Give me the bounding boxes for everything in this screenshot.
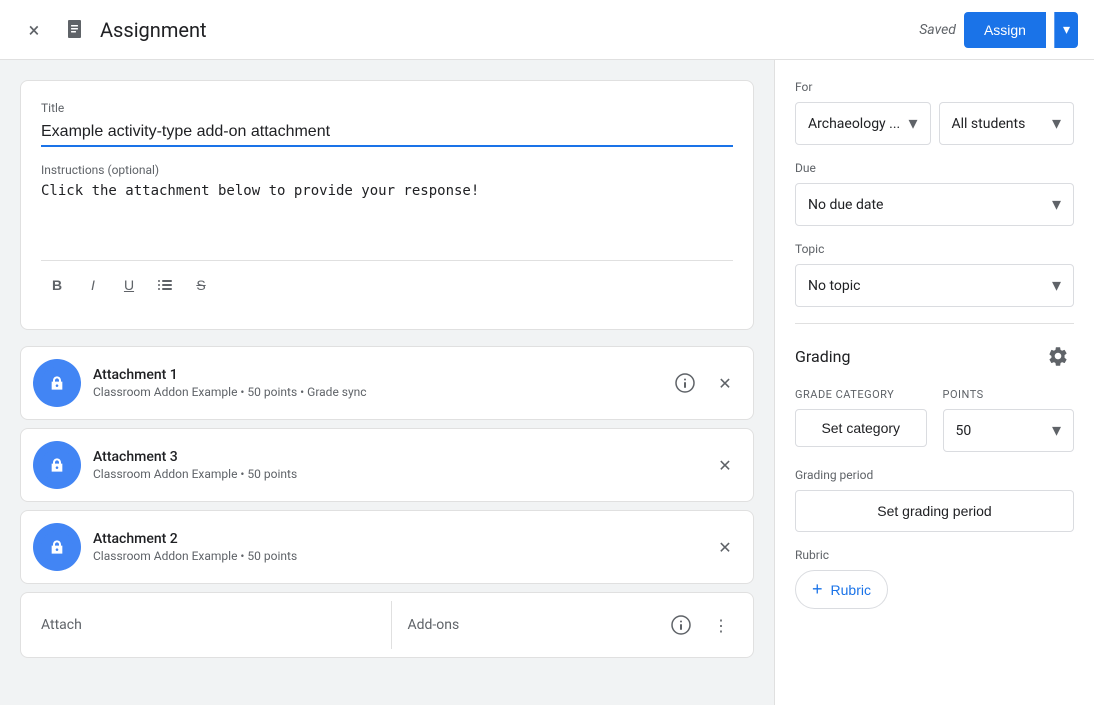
topic-value: No topic (808, 278, 860, 294)
divider (795, 323, 1074, 324)
attachment-2-remove-button[interactable]: ✕ (709, 531, 741, 563)
due-value: No due date (808, 197, 883, 213)
attachment-2-meta: Classroom Addon Example • 50 points (93, 549, 697, 563)
set-grading-period-button[interactable]: Set grading period (795, 490, 1074, 532)
due-dropdown[interactable]: No due date ▾ (795, 183, 1074, 226)
instructions-textarea[interactable]: Click the attachment below to provide yo… (41, 177, 733, 248)
for-label: For (795, 80, 1074, 94)
list-button[interactable] (149, 269, 181, 301)
attachment-2-name: Attachment 2 (93, 531, 697, 547)
attachment-2-actions: ✕ (709, 531, 741, 563)
attachment-3-info: Attachment 3 Classroom Addon Example • 5… (93, 449, 697, 481)
saved-status: Saved (919, 22, 956, 38)
for-section: For Archaeology ... ▾ All students ▾ (795, 80, 1074, 145)
due-dropdown-icon: ▾ (1052, 194, 1061, 215)
class-dropdown-icon: ▾ (908, 113, 917, 134)
bottom-bar: Attach Add-ons ⋮ (20, 592, 754, 658)
attachment-2-info: Attachment 2 Classroom Addon Example • 5… (93, 531, 697, 563)
students-dropdown[interactable]: All students ▾ (939, 102, 1075, 145)
set-category-button[interactable]: Set category (795, 409, 927, 447)
attachment-item: Attachment 1 Classroom Addon Example • 5… (20, 346, 754, 420)
attachment-3-remove-button[interactable]: ✕ (709, 449, 741, 481)
page-title: Assignment (100, 18, 207, 42)
attachment-3-name: Attachment 3 (93, 449, 697, 465)
add-rubric-button[interactable]: + Rubric (795, 570, 888, 609)
plus-icon: + (812, 579, 823, 600)
points-value: 50 (956, 423, 972, 439)
attachments-list: Attachment 1 Classroom Addon Example • 5… (20, 346, 754, 584)
students-dropdown-icon: ▾ (1052, 113, 1061, 134)
class-dropdown[interactable]: Archaeology ... ▾ (795, 102, 931, 145)
grading-period-section: Grading period Set grading period (795, 468, 1074, 532)
bold-button[interactable]: B (41, 269, 73, 301)
assign-button[interactable]: Assign (964, 12, 1046, 48)
strikethrough-button[interactable]: S (185, 269, 217, 301)
close-icon: × (29, 18, 40, 42)
rubric-label: Rubric (795, 548, 1074, 562)
rubric-btn-label: Rubric (831, 582, 871, 598)
topic-dropdown-icon: ▾ (1052, 275, 1061, 296)
attachment-3-icon (33, 441, 81, 489)
addons-info-button[interactable] (665, 609, 697, 641)
students-value: All students (952, 116, 1026, 132)
attachment-1-meta: Classroom Addon Example • 50 points • Gr… (93, 385, 657, 399)
underline-button[interactable]: U (113, 269, 145, 301)
class-value: Archaeology ... (808, 116, 900, 132)
grade-category-col: Grade category Set category (795, 388, 927, 447)
right-panel: For Archaeology ... ▾ All students ▾ Due… (774, 60, 1094, 705)
title-input[interactable] (41, 119, 733, 147)
topic-dropdown[interactable]: No topic ▾ (795, 264, 1074, 307)
attachment-1-info-button[interactable] (669, 367, 701, 399)
attachment-1-icon (33, 359, 81, 407)
due-section: Due No due date ▾ (795, 161, 1074, 226)
grade-category-points-row: Grade category Set category Points 50 ▾ (795, 388, 1074, 452)
points-dropdown-icon: ▾ (1052, 420, 1061, 441)
attach-button[interactable]: Attach (21, 601, 392, 649)
attachment-3-actions: ✕ (709, 449, 741, 481)
points-dropdown[interactable]: 50 ▾ (943, 409, 1075, 452)
for-row: Archaeology ... ▾ All students ▾ (795, 102, 1074, 145)
attachment-1-info: Attachment 1 Classroom Addon Example • 5… (93, 367, 657, 399)
grading-settings-button[interactable] (1042, 340, 1074, 372)
assign-dropdown-button[interactable]: ▾ (1054, 12, 1078, 48)
addons-label: Add-ons (408, 617, 658, 633)
title-label: Title (41, 101, 733, 115)
attachment-1-remove-button[interactable]: ✕ (709, 367, 741, 399)
rubric-section: Rubric + Rubric (795, 548, 1074, 609)
header-right: Saved Assign ▾ (919, 12, 1078, 48)
points-col: Points 50 ▾ (943, 388, 1075, 452)
topic-section: Topic No topic ▾ (795, 242, 1074, 307)
close-button[interactable]: × (16, 12, 52, 48)
italic-button[interactable]: I (77, 269, 109, 301)
doc-icon (64, 18, 88, 42)
due-label: Due (795, 161, 1074, 175)
instructions-label: Instructions (optional) (41, 163, 733, 177)
assign-dropdown-icon: ▾ (1063, 21, 1070, 38)
addons-section: Add-ons ⋮ (392, 593, 754, 657)
text-toolbar: B I U S (41, 260, 733, 309)
topic-label: Topic (795, 242, 1074, 256)
left-panel: Title Instructions (optional) Click the … (0, 60, 774, 705)
attachment-1-name: Attachment 1 (93, 367, 657, 383)
title-instructions-card: Title Instructions (optional) Click the … (20, 80, 754, 330)
addons-more-button[interactable]: ⋮ (705, 609, 737, 641)
attachment-3-meta: Classroom Addon Example • 50 points (93, 467, 697, 481)
header: × Assignment Saved Assign ▾ (0, 0, 1094, 60)
attachment-item: Attachment 3 Classroom Addon Example • 5… (20, 428, 754, 502)
attachment-item: Attachment 2 Classroom Addon Example • 5… (20, 510, 754, 584)
grading-title: Grading (795, 347, 850, 366)
instructions-group: Instructions (optional) Click the attach… (41, 163, 733, 252)
grading-header: Grading (795, 340, 1074, 372)
attachment-2-icon (33, 523, 81, 571)
main-layout: Title Instructions (optional) Click the … (0, 60, 1094, 705)
header-left: × Assignment (16, 12, 919, 48)
grade-category-label: Grade category (795, 388, 927, 401)
points-label: Points (943, 388, 1075, 401)
title-field-group: Title (41, 101, 733, 147)
attachment-1-actions: ✕ (669, 367, 741, 399)
grading-period-label: Grading period (795, 468, 1074, 482)
